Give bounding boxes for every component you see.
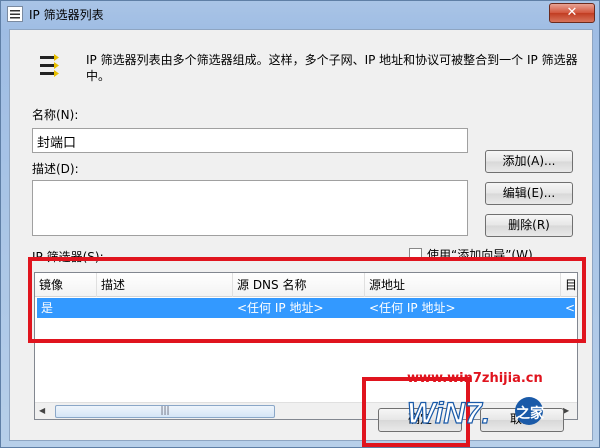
- close-button[interactable]: ✕: [549, 3, 595, 23]
- description-label: 描述(D):: [32, 162, 79, 176]
- filter-list-icon: [38, 52, 60, 84]
- delete-button[interactable]: 删除(R): [485, 214, 573, 237]
- watermark-url: www.win7zhijia.cn: [407, 371, 543, 386]
- highlight-box-filter-list: [28, 257, 586, 343]
- window-icon: [7, 6, 23, 22]
- add-button[interactable]: 添加(A)...: [485, 150, 573, 173]
- scroll-left-icon[interactable]: ◀: [39, 406, 45, 415]
- description-textarea[interactable]: [32, 180, 468, 236]
- dialog-description: IP 筛选器列表由多个筛选器组成。这样，多个子网、IP 地址和协议可被整合到一个…: [86, 53, 578, 83]
- scrollbar-thumb[interactable]: |||: [55, 405, 275, 418]
- watermark-logo-suffix: 之家: [516, 405, 545, 422]
- ip-filter-list-dialog: IP 筛选器列表 ✕ IP 筛选器列表由多个筛选器组成。这样，多个子网、IP 地…: [0, 0, 600, 448]
- watermark-logo-text: WiN7.: [407, 397, 490, 430]
- window-title: IP 筛选器列表: [29, 8, 104, 22]
- watermark-logo: WiN7. 之家: [403, 389, 563, 433]
- title-bar[interactable]: IP 筛选器列表 ✕: [1, 1, 600, 27]
- edit-button[interactable]: 编辑(E)...: [485, 182, 573, 205]
- name-label: 名称(N):: [32, 108, 79, 122]
- name-input[interactable]: 封端口: [32, 128, 468, 153]
